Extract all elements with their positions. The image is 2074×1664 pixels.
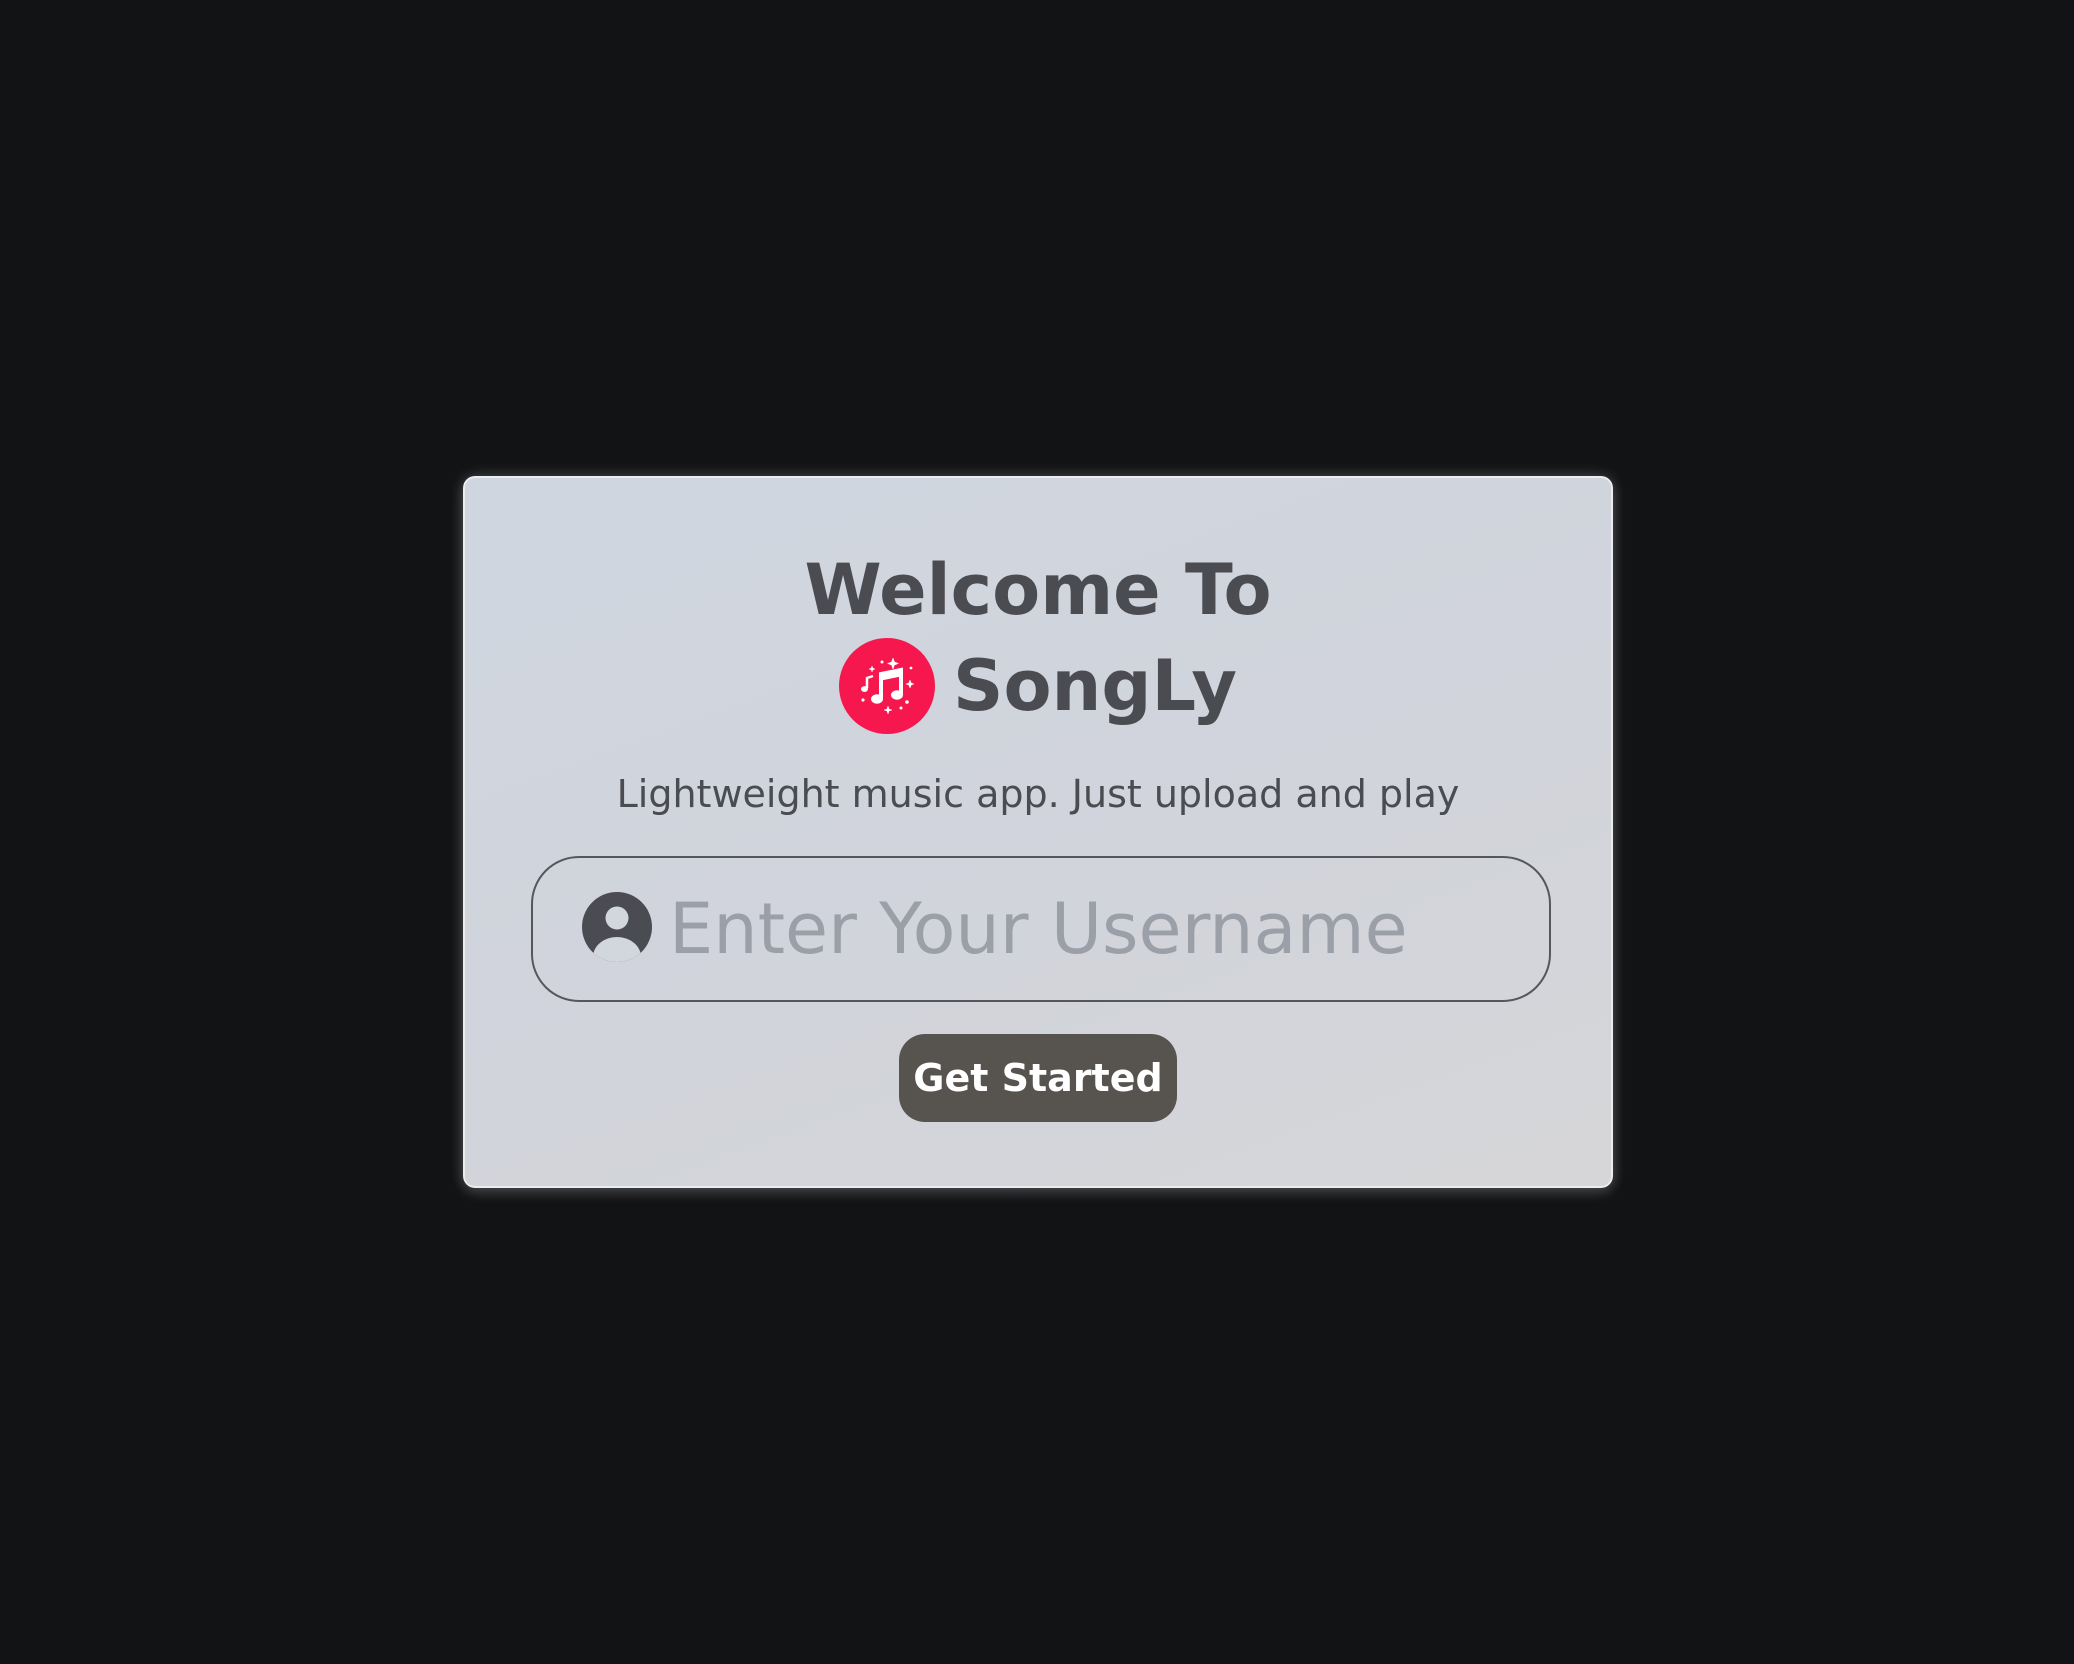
music-notes-sparkle-icon (839, 638, 936, 734)
user-circle-icon (581, 891, 669, 967)
app-name: SongLy (953, 645, 1237, 727)
tagline: Lightweight music app. Just upload and p… (616, 772, 1460, 816)
welcome-heading: Welcome To (804, 549, 1272, 631)
username-field[interactable] (531, 856, 1551, 1002)
brand-row: SongLy (465, 636, 1611, 736)
username-input[interactable] (669, 879, 1541, 979)
welcome-card: Welcome To SongLy Lightweight music app.… (463, 476, 1613, 1188)
get-started-button[interactable]: Get Started (899, 1034, 1177, 1122)
